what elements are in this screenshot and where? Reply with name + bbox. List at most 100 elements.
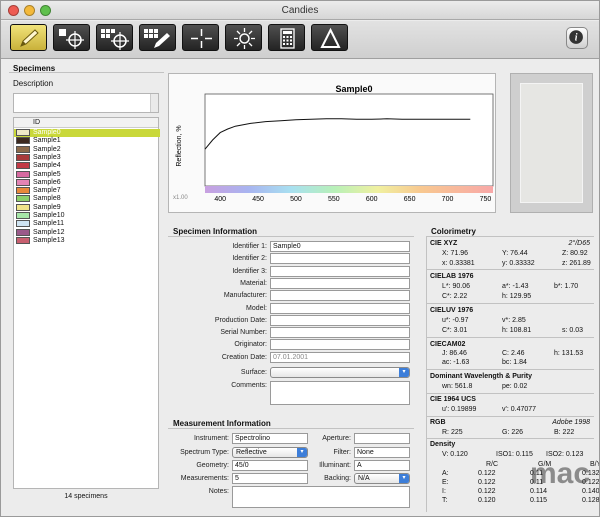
color-swatch bbox=[16, 178, 30, 186]
field-input[interactable] bbox=[270, 302, 410, 314]
field-input[interactable] bbox=[270, 277, 410, 289]
specimen-name: Sample7 bbox=[33, 187, 61, 195]
xyz-z: z: 261.89 bbox=[562, 260, 591, 267]
instrument-label: Instrument: bbox=[193, 435, 229, 442]
rgb-section: RGB Adobe 1998 R: 225 G: 226 B: 222 bbox=[426, 416, 594, 438]
density-V: V: 0.120 bbox=[442, 451, 468, 458]
list-item[interactable]: Sample13 bbox=[14, 236, 160, 245]
luv-heading: CIELUV 1976 bbox=[430, 307, 474, 314]
x-tick-label: 400 bbox=[214, 196, 226, 203]
field-input[interactable] bbox=[270, 339, 410, 351]
spectrum-type-select[interactable]: Reflective ▾ bbox=[232, 447, 308, 458]
list-item[interactable]: Sample2 bbox=[14, 145, 160, 154]
x-ticks: 400 450 500 550 600 650 700 750 bbox=[214, 196, 491, 203]
single-measure-button[interactable] bbox=[53, 24, 90, 51]
specimens-divider bbox=[9, 72, 164, 73]
rgb-G: G: 226 bbox=[502, 429, 524, 436]
x-tick-label: 600 bbox=[366, 196, 378, 203]
grid-edit-button[interactable] bbox=[139, 24, 176, 51]
density-col-header: R/C bbox=[486, 461, 499, 468]
luv-v: v*: 2.85 bbox=[502, 317, 526, 324]
density-value: 0.115 bbox=[530, 497, 547, 504]
instrument-field[interactable]: Spectrolino bbox=[232, 433, 308, 444]
cam-h: h: 131.53 bbox=[554, 350, 584, 357]
specimen-name: Sample6 bbox=[33, 178, 61, 186]
list-item[interactable]: Sample7 bbox=[14, 187, 160, 195]
density-value: 0.122 bbox=[478, 488, 496, 495]
xyz-X: X: 71.96 bbox=[442, 250, 469, 257]
light-button[interactable] bbox=[225, 24, 262, 51]
cam-heading: CIECAM02 bbox=[430, 341, 466, 348]
list-item[interactable]: Sample0 bbox=[14, 129, 160, 137]
list-item[interactable]: Sample12 bbox=[14, 228, 160, 237]
list-item[interactable]: Sample10 bbox=[14, 212, 160, 220]
id-column-header[interactable]: ID bbox=[33, 119, 40, 126]
list-item[interactable]: Sample3 bbox=[14, 153, 160, 162]
list-item[interactable]: Sample11 bbox=[14, 220, 160, 228]
list-item[interactable]: Sample4 bbox=[14, 162, 160, 170]
field-input[interactable] bbox=[270, 265, 410, 277]
backing-select[interactable]: N/A ▾ bbox=[354, 473, 410, 484]
field-input[interactable] bbox=[270, 327, 410, 339]
field-input[interactable] bbox=[270, 253, 410, 265]
specimen-name: Sample4 bbox=[33, 162, 61, 170]
sun-icon bbox=[234, 28, 255, 49]
measurements-field[interactable]: 5 bbox=[232, 473, 308, 484]
color-swatch bbox=[16, 236, 30, 244]
field-label: Identifier 3: bbox=[232, 267, 267, 275]
luv-s: s: 0.03 bbox=[562, 327, 584, 334]
grid-measure-button[interactable] bbox=[96, 24, 133, 51]
x-tick-label: 750 bbox=[480, 196, 492, 203]
xyz-heading: CIE XYZ bbox=[430, 240, 458, 247]
field-input[interactable]: 07.01.2001 bbox=[270, 351, 410, 363]
calculator-button[interactable] bbox=[268, 24, 305, 51]
illuminant-field[interactable]: A bbox=[354, 460, 410, 471]
spectral-chart: Sample0 Reflection, % x1.00 400 450 500 550… bbox=[173, 84, 494, 203]
list-item[interactable]: Sample1 bbox=[14, 137, 160, 145]
lab-b: b*: 1.70 bbox=[554, 283, 579, 290]
list-item[interactable]: Sample6 bbox=[14, 178, 160, 187]
color-swatch bbox=[16, 212, 30, 219]
x-tick-label: 500 bbox=[290, 196, 302, 203]
chart-ylabel: Reflection, % bbox=[176, 125, 183, 166]
density-row-key: E: bbox=[442, 479, 449, 486]
svg-text:i: i bbox=[575, 33, 578, 44]
geometry-label: Geometry: bbox=[196, 462, 229, 469]
comments-field[interactable] bbox=[270, 381, 410, 405]
delta-button[interactable] bbox=[311, 24, 348, 51]
toolbar: i bbox=[1, 21, 599, 59]
color-swatch bbox=[16, 170, 30, 178]
minimize-window-button[interactable] bbox=[24, 5, 35, 16]
info-button[interactable]: i bbox=[566, 27, 588, 49]
filter-field[interactable]: None bbox=[354, 447, 410, 458]
list-item[interactable]: Sample8 bbox=[14, 195, 160, 203]
field-input[interactable]: Sample0 bbox=[270, 241, 410, 252]
surface-select[interactable]: ▾ bbox=[270, 367, 410, 378]
specimen-name: Sample0 bbox=[33, 129, 61, 136]
list-item[interactable]: Sample9 bbox=[14, 203, 160, 212]
cam-J: J: 86.46 bbox=[442, 350, 467, 357]
list-item[interactable]: Sample5 bbox=[14, 170, 160, 179]
target-button[interactable] bbox=[182, 24, 219, 51]
field-input[interactable] bbox=[270, 290, 410, 302]
notes-field[interactable] bbox=[232, 486, 410, 508]
cam-bc: bc: 1.84 bbox=[502, 359, 527, 366]
cam-C: C: 2.46 bbox=[502, 350, 525, 357]
description-field[interactable] bbox=[13, 93, 159, 113]
description-scrollbar[interactable] bbox=[150, 94, 158, 112]
zoom-window-button[interactable] bbox=[40, 5, 51, 16]
field-label: Identifier 2: bbox=[232, 255, 267, 263]
geometry-field[interactable]: 45/0 bbox=[232, 460, 308, 471]
xyz-y: y: 0.33332 bbox=[502, 260, 535, 267]
specimen-name: Sample1 bbox=[33, 137, 61, 145]
ucs-heading: CIE 1964 UCS bbox=[430, 396, 476, 403]
measurement-divider bbox=[168, 428, 414, 429]
pencil-tool-button[interactable] bbox=[10, 24, 47, 51]
specimen-name: Sample2 bbox=[33, 145, 61, 153]
close-window-button[interactable] bbox=[8, 5, 19, 16]
field-input[interactable] bbox=[270, 314, 410, 326]
specimen-name: Sample3 bbox=[33, 153, 61, 161]
measurement-info-title: Measurement Information bbox=[173, 419, 271, 428]
aperture-field[interactable] bbox=[354, 433, 410, 444]
illuminant-label: Illuminant: bbox=[319, 462, 351, 469]
